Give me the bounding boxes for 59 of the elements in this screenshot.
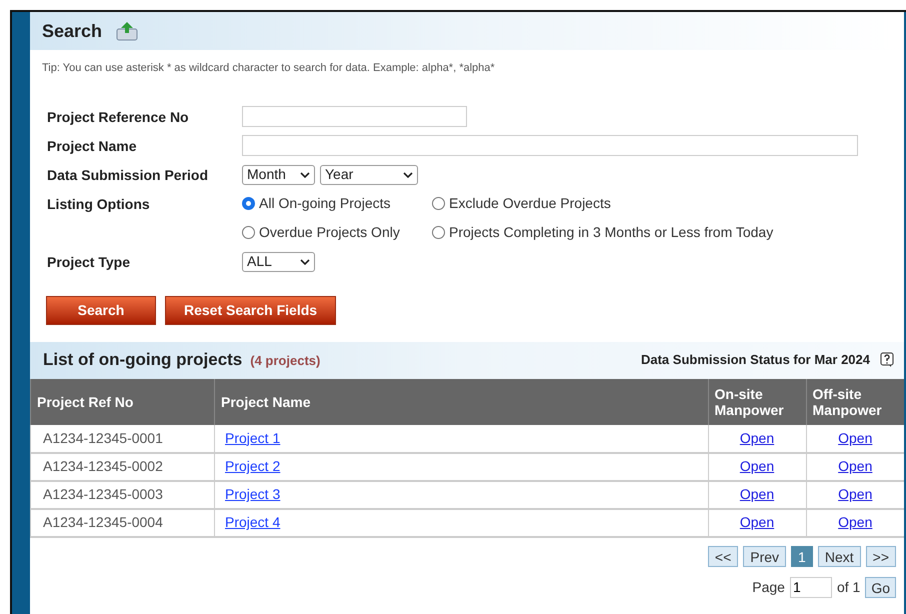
- pager-button[interactable]: 1: [791, 546, 813, 566]
- text-field[interactable]: [242, 106, 467, 127]
- radio-option[interactable]: All On-going Projects: [242, 192, 432, 216]
- project-link[interactable]: Project 2: [225, 458, 280, 474]
- caret-icon: [300, 172, 310, 178]
- table-cell: A1234-12345-0002: [30, 452, 214, 480]
- radio-button[interactable]: [242, 226, 255, 239]
- field-label: Project Reference No: [47, 108, 190, 127]
- radio-option[interactable]: Projects Completing in 3 Months or Less from Today: [432, 220, 774, 244]
- radio-button[interactable]: [242, 197, 255, 210]
- help-icon[interactable]: [880, 352, 894, 368]
- table-cell: A1234-12345-0004: [30, 508, 214, 536]
- open-link[interactable]: Open: [740, 486, 774, 502]
- field-label: Project Type: [47, 252, 131, 272]
- open-link[interactable]: Open: [740, 458, 774, 474]
- caret-icon: [300, 258, 310, 264]
- column-header: On-site Manpower: [708, 378, 806, 424]
- pager-button[interactable]: Prev: [743, 546, 786, 566]
- page-field[interactable]: 1: [790, 576, 832, 598]
- radio-button[interactable]: [432, 197, 445, 210]
- project-link[interactable]: Project 4: [225, 514, 280, 530]
- section-title: List of on-going projects: [43, 349, 242, 372]
- open-link[interactable]: Open: [838, 458, 872, 474]
- project-count: (4 projects): [250, 352, 320, 370]
- tip-text: Tip: You can use asterisk * as wildcard character to search for data. Example: alpha*, *alpha*: [41, 61, 496, 76]
- section-title: Search: [42, 20, 102, 42]
- project-link[interactable]: Project 1: [225, 430, 280, 446]
- go-button[interactable]: Go: [865, 576, 896, 598]
- radio-option[interactable]: Exclude Overdue Projects: [432, 192, 774, 216]
- table-cell: A1234-12345-0001: [30, 424, 214, 452]
- status-title: Data Submission Status for Mar 2024: [640, 351, 870, 370]
- open-link[interactable]: Open: [740, 514, 774, 530]
- dropdown[interactable]: Year: [320, 164, 418, 184]
- column-header: Off-site Manpower: [806, 378, 904, 424]
- table-cell: A1234-12345-0003: [30, 480, 214, 508]
- open-link[interactable]: Open: [838, 486, 872, 502]
- dropdown[interactable]: ALL: [242, 252, 315, 272]
- upload-icon: [116, 21, 138, 41]
- field-label: Listing Options: [47, 194, 151, 214]
- column-header: Project Ref No: [30, 378, 214, 424]
- field-label: Project Name: [47, 136, 138, 156]
- page-label: Page: [752, 578, 785, 597]
- caret-icon: [403, 172, 413, 178]
- open-link[interactable]: Open: [838, 514, 872, 530]
- action-button[interactable]: Reset Search Fields: [165, 296, 336, 324]
- pager-button[interactable]: <<: [708, 546, 738, 566]
- field-label: Data Submission Period: [47, 166, 210, 184]
- project-link[interactable]: Project 3: [225, 486, 280, 502]
- pager-button[interactable]: >>: [866, 546, 896, 566]
- radio-button[interactable]: [432, 226, 445, 239]
- open-link[interactable]: Open: [838, 430, 872, 446]
- column-header: Project Name: [214, 378, 708, 424]
- page-total: of 1: [836, 578, 860, 596]
- pager-button[interactable]: Next: [818, 546, 861, 566]
- open-link[interactable]: Open: [740, 430, 774, 446]
- text-field[interactable]: [242, 135, 858, 156]
- radio-option[interactable]: Overdue Projects Only: [242, 220, 432, 244]
- dropdown[interactable]: Month: [242, 164, 315, 184]
- action-button[interactable]: Search: [46, 296, 156, 324]
